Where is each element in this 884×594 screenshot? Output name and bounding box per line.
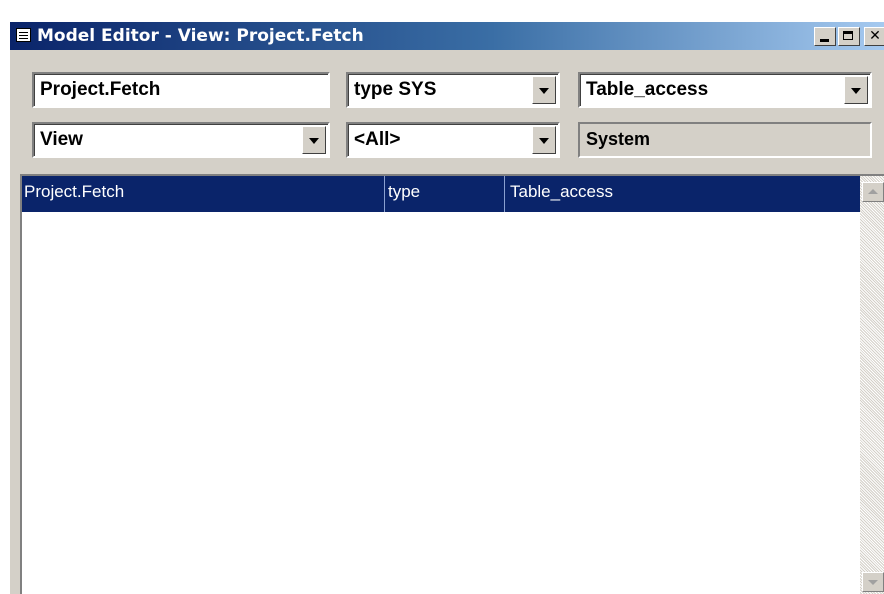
chevron-down-icon[interactable]: [844, 76, 868, 104]
scroll-down-button[interactable]: [862, 572, 884, 592]
close-icon: ✕: [869, 28, 881, 44]
grid-icon: [16, 28, 31, 42]
access-dropdown-value: Table_access: [586, 79, 709, 100]
table-row[interactable]: Project.Fetch type Table_access: [22, 176, 860, 212]
vertical-scrollbar[interactable]: [860, 176, 884, 594]
close-button[interactable]: ✕: [864, 27, 884, 46]
column-divider: [384, 176, 385, 212]
row-type-cell: type: [388, 182, 421, 201]
name-field[interactable]: Project.Fetch: [32, 72, 330, 108]
column-divider: [504, 176, 505, 212]
minimize-button[interactable]: [814, 27, 836, 46]
name-field-value: Project.Fetch: [40, 79, 161, 100]
scope-dropdown-value: <All>: [354, 129, 401, 150]
results-list[interactable]: Project.Fetch type Table_access: [20, 174, 884, 594]
owner-field-value: System: [586, 129, 651, 149]
chevron-down-icon[interactable]: [532, 76, 556, 104]
kind-dropdown[interactable]: View: [32, 122, 330, 158]
row-access-cell: Table_access: [510, 182, 614, 201]
maximize-button[interactable]: [838, 27, 860, 46]
type-dropdown-value: type SYS: [354, 79, 437, 100]
scroll-up-button[interactable]: [862, 182, 884, 202]
owner-field: System: [578, 122, 872, 158]
scope-dropdown[interactable]: <All>: [346, 122, 560, 158]
chevron-down-icon[interactable]: [302, 126, 326, 154]
row-name-cell: Project.Fetch: [24, 182, 125, 201]
type-dropdown[interactable]: type SYS: [346, 72, 560, 108]
chevron-down-icon[interactable]: [532, 126, 556, 154]
access-dropdown[interactable]: Table_access: [578, 72, 872, 108]
window-title: Model Editor - View: Project.Fetch: [37, 26, 364, 46]
model-editor-window: Model Editor - View: Project.Fetch ✕ Pro…: [8, 20, 884, 594]
title-bar[interactable]: Model Editor - View: Project.Fetch ✕: [10, 22, 884, 50]
kind-dropdown-value: View: [40, 129, 83, 150]
